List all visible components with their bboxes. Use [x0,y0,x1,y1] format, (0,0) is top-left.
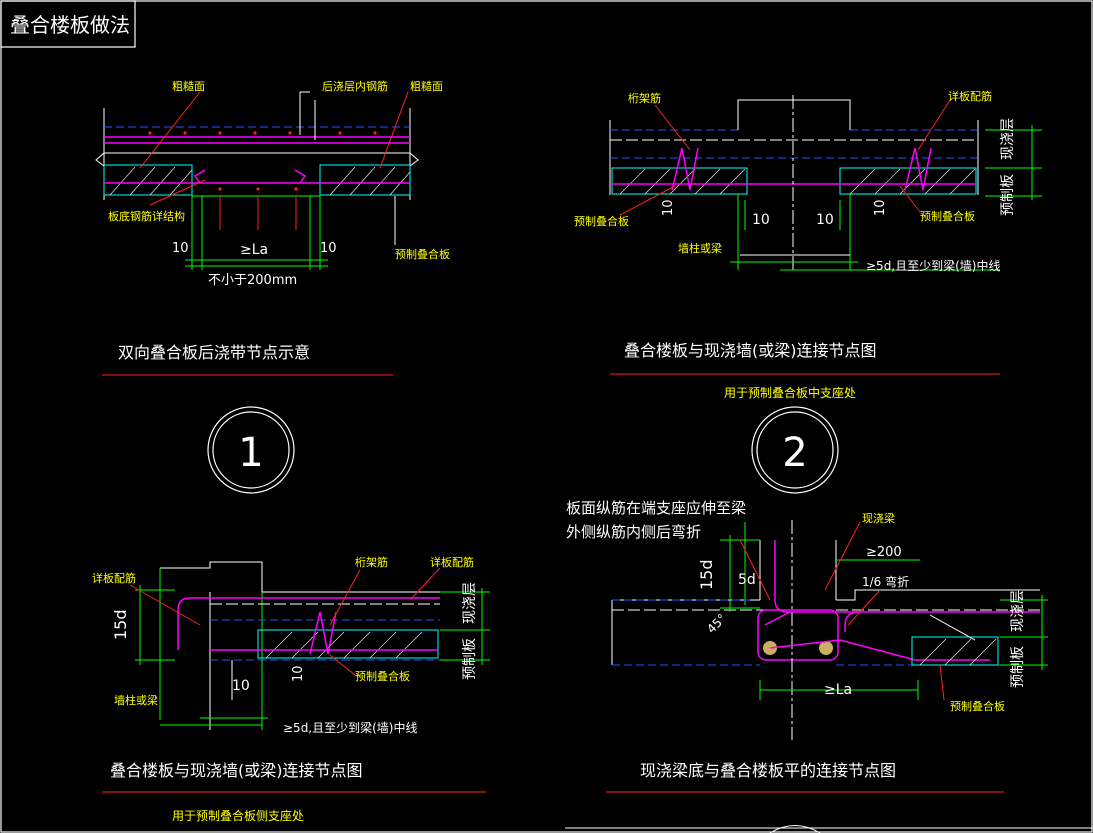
dim-min200: 不小于200mm [208,273,297,288]
label-d4-cast-layer: 现浇层 [1010,590,1026,632]
label-d4-sixth-bend: 1/6 弯折 [862,574,909,589]
drawing-canvas: 叠合楼板做法 粗糙面 后浇层内钢筋 粗糙面 板底钢筋详结构 预制叠合板 10 ≥… [0,0,1093,833]
label-d2-cast-layer: 现浇层 [1000,118,1016,160]
detail-1-number: 1 [238,430,263,476]
label-d2-precast-left: 预制叠合板 [574,214,629,228]
label-d4-cast-beam: 现浇梁 [862,511,895,525]
label-d4-precast-layer: 预制板 [1010,646,1026,688]
detail-1: 粗糙面 后浇层内钢筋 粗糙面 板底钢筋详结构 预制叠合板 10 ≥La 10 不… [95,79,450,494]
dim-d2-10c: 10 [816,212,834,228]
label-d2-precast-layer: 预制板 [1000,174,1016,216]
dim-d3-10b: 10 [291,665,306,682]
label-d3-truss: 桁架筋 [355,555,388,569]
label-rough-left: 粗糙面 [172,79,205,93]
dim-d2-10a: 10 [661,199,676,216]
caption-4: 现浇梁底与叠合楼板平的连接节点图 [640,761,896,780]
label-d2-precast-right: 预制叠合板 [920,209,975,223]
label-d3-precast: 预制叠合板 [355,669,410,683]
dim-d3-15d: 15d [111,609,130,640]
label-d3-wall: 墙柱或梁 [114,693,158,707]
label-d2-panel-rebar: 详板配筋 [948,89,992,103]
label-d2-wall: 墙柱或梁 [678,241,722,255]
label-d3-cast-layer: 现浇层 [462,582,478,624]
sheet-title: 叠合楼板做法 [10,13,130,37]
dim-d2-10b: 10 [752,212,770,228]
caption-1: 双向叠合板后浇带节点示意 [118,343,310,362]
note-d4-line1: 板面纵筋在端支座应伸至梁 [566,499,746,517]
detail-2-number: 2 [782,430,807,476]
dim-d4-angle: 45° [704,611,729,636]
label-d3-panel-rebar-right: 详板配筋 [430,555,474,569]
sheet-frame [0,0,1093,833]
note-d4-line2: 外侧纵筋内侧后弯折 [566,523,701,541]
label-d4-precast: 预制叠合板 [950,699,1005,713]
label-d3-precast-layer: 预制板 [462,638,478,680]
dim-d4-15d: 15d [697,559,716,590]
detail-4: 板面纵筋在端支座应伸至梁 外侧纵筋内侧后弯折 现浇梁 ≥200 1/6 弯折 现… [565,499,1093,833]
label-d3-panel-rebar-left: 详板配筋 [92,571,136,585]
dim-10-left: 10 [172,241,189,256]
detail-2: 桁架筋 详板配筋 预制叠合板 预制叠合板 墙柱或梁 现浇层 预制板 ≥5d,且至… [574,89,1042,494]
label-rough-right: 粗糙面 [410,79,443,93]
label-bottom-rebar: 板底钢筋详结构 [108,209,185,223]
caption-2: 叠合楼板与现浇墙(或梁)连接节点图 [624,341,877,360]
label-d4-ge200: ≥200 [866,545,902,560]
dim-d4-5d: 5d [738,572,756,588]
dim-d2-10d: 10 [873,199,888,216]
label-precast: 预制叠合板 [395,247,450,261]
label-d2-truss: 桁架筋 [628,91,661,105]
dim-10-right: 10 [320,241,337,256]
subcaption-3: 用于预制叠合板侧支座处 [172,808,304,823]
detail-3: 详板配筋 桁架筋 详板配筋 墙柱或梁 预制叠合板 现浇层 预制板 ≥5d,且至少… [92,555,490,823]
label-d3-anchor: ≥5d,且至少到梁(墙)中线 [283,720,418,735]
dim-la: ≥La [240,242,268,258]
dim-d4-la: ≥La [824,682,852,698]
caption-3: 叠合楼板与现浇墙(或梁)连接节点图 [110,761,363,780]
label-d2-anchor: ≥5d,且至少到梁(墙)中线 [866,258,1001,273]
subcaption-2: 用于预制叠合板中支座处 [724,385,856,400]
dim-d3-10a: 10 [232,678,250,694]
label-cast-rebar: 后浇层内钢筋 [322,79,388,93]
